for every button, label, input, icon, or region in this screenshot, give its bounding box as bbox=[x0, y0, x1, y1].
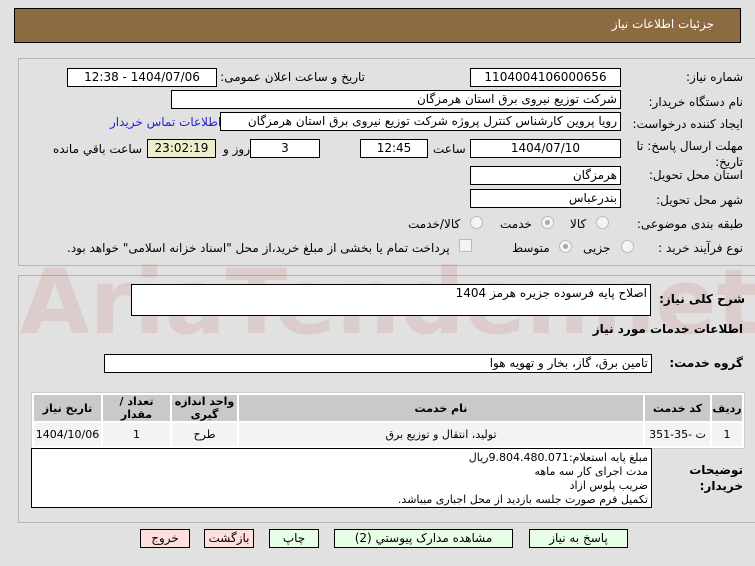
col-name: نام خدمت bbox=[239, 395, 643, 421]
deadline-date-field: 1404/07/10 bbox=[470, 139, 621, 158]
reply-button[interactable]: پاسخ به نیاز bbox=[529, 529, 628, 548]
deadline-time-field: 12:45 bbox=[360, 139, 428, 158]
category-radio-goods-service[interactable] bbox=[470, 216, 483, 229]
service-group-label: گروه خدمت: bbox=[669, 356, 743, 370]
services-table: ردیف کد خدمت نام خدمت واحد اندازه گیری ت… bbox=[31, 392, 745, 449]
buyer-notes-field: مبلغ پایه استعلام:9.804.480.071ریال مدت … bbox=[31, 448, 652, 508]
process-radio-medium[interactable] bbox=[559, 240, 572, 253]
back-button[interactable]: بازگشت bbox=[204, 529, 254, 548]
remaining-time-field: 23:02:19 bbox=[147, 139, 216, 158]
process-minor-label: جزیی bbox=[583, 241, 611, 255]
process-radio-minor[interactable] bbox=[621, 240, 634, 253]
payment-note: پرداخت تمام یا بخشی از مبلغ خرید،از محل … bbox=[67, 241, 450, 255]
creator-label: ایجاد کننده درخواست: bbox=[632, 117, 743, 131]
announce-field: 1404/07/06 - 12:38 bbox=[67, 68, 217, 87]
buyer-notes-label: توضیحات خریدار: bbox=[689, 463, 743, 493]
cell-row: 1 bbox=[712, 423, 742, 446]
summary-field: اصلاح پایه فرسوده جزیره هرمز 1404 bbox=[131, 284, 651, 316]
table-row: 1 ت -35-351 تولید، انتقال و توزیع برق طر… bbox=[34, 423, 742, 446]
category-goods-label: کالا bbox=[570, 217, 587, 231]
time-label: ساعت bbox=[433, 142, 466, 156]
services-title: اطلاعات خدمات مورد نیاز bbox=[592, 322, 743, 336]
category-radio-goods[interactable] bbox=[596, 216, 609, 229]
note-line: تکمیل فرم صورت جلسه بازدید از محل اجباری… bbox=[397, 493, 648, 506]
days-label: روز و bbox=[223, 142, 250, 156]
category-label: طبقه بندی موضوعی: bbox=[636, 217, 743, 231]
remaining-label: ساعت باقي مانده bbox=[53, 142, 143, 156]
summary-label: شرح کلی نیاز: bbox=[659, 292, 745, 306]
cell-date: 1404/10/06 bbox=[34, 423, 101, 446]
page-title: جزئیات اطلاعات نیاز bbox=[611, 17, 714, 31]
buyer-org-field: شرکت توزیع نیروی برق استان هرمزگان bbox=[171, 90, 621, 109]
need-number-label: شماره نیاز: bbox=[686, 70, 743, 84]
announce-label: تاریخ و ساعت اعلان عمومی: bbox=[220, 70, 365, 84]
province-label: استان محل تحویل: bbox=[648, 168, 743, 182]
note-line: مدت اجرای کار سه ماهه bbox=[534, 465, 648, 478]
city-field: بندرعباس bbox=[470, 189, 621, 208]
print-button[interactable]: چاپ bbox=[269, 529, 319, 548]
process-medium-label: متوسط bbox=[512, 241, 550, 255]
col-code: کد خدمت bbox=[645, 395, 710, 421]
province-field: هرمزگان bbox=[470, 166, 621, 185]
need-number-field: 1104004106000656 bbox=[470, 68, 621, 87]
category-service-label: خدمت bbox=[500, 217, 532, 231]
page-header: جزئیات اطلاعات نیاز bbox=[14, 8, 741, 43]
service-group-field: تامین برق، گاز، بخار و تهویه هوا bbox=[104, 354, 652, 373]
col-row: ردیف bbox=[712, 395, 742, 421]
deadline-label: مهلت ارسال پاسخ: تا تاریخ: bbox=[636, 139, 743, 169]
cell-code: ت -35-351 bbox=[645, 423, 710, 446]
table-header-row: ردیف کد خدمت نام خدمت واحد اندازه گیری ت… bbox=[34, 395, 742, 421]
category-radio-service[interactable] bbox=[541, 216, 554, 229]
exit-button[interactable]: خروج bbox=[140, 529, 190, 548]
col-unit: واحد اندازه گیری bbox=[172, 395, 237, 421]
days-field: 3 bbox=[250, 139, 320, 158]
city-label: شهر محل تحویل: bbox=[656, 193, 743, 207]
cell-qty: 1 bbox=[103, 423, 170, 446]
process-label: نوع فرآیند خرید : bbox=[658, 241, 743, 255]
cell-name: تولید، انتقال و توزیع برق bbox=[239, 423, 643, 446]
creator-field: رویا پروین کارشناس کنترل پروژه شرکت توزی… bbox=[220, 112, 621, 131]
category-goods-service-label: کالا/خدمت bbox=[408, 217, 461, 231]
col-date: تاریخ نیاز bbox=[34, 395, 101, 421]
treasury-payment-checkbox[interactable] bbox=[459, 239, 472, 252]
note-line: ضریب پلوس ازاد bbox=[569, 479, 648, 492]
view-attachments-button[interactable]: مشاهده مدارک پیوستي (2) bbox=[334, 529, 513, 548]
buyer-org-label: نام دستگاه خریدار: bbox=[648, 95, 744, 109]
buyer-contact-link[interactable]: اطلاعات تماس خریدار bbox=[110, 115, 221, 129]
cell-unit: طرح bbox=[172, 423, 237, 446]
col-qty: تعداد / مقدار bbox=[103, 395, 170, 421]
note-line: مبلغ پایه استعلام:9.804.480.071ریال bbox=[468, 451, 648, 464]
